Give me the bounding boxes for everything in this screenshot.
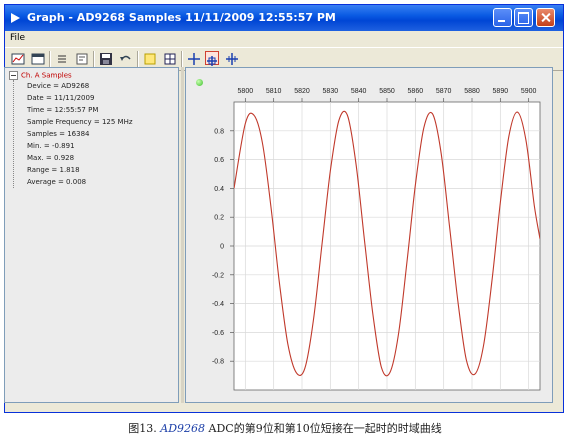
x-tick-label: 5850 xyxy=(379,88,395,95)
tree-item-range[interactable]: Range = 1.818 xyxy=(27,166,80,174)
title-bar[interactable]: Graph - AD9268 Samples 11/11/2009 12:55:… xyxy=(5,5,563,31)
tree-item-samples[interactable]: Samples = 16384 xyxy=(27,130,89,138)
maximize-button[interactable] xyxy=(514,8,533,27)
x-tick-label: 5900 xyxy=(521,88,537,95)
menu-file[interactable]: File xyxy=(10,33,25,43)
caption-text: ADC的第9位和第10位短接在一起时的时域曲线 xyxy=(208,422,442,435)
tree-item-average[interactable]: Average = 0.008 xyxy=(27,178,86,186)
caption-prefix: 图13. xyxy=(128,422,157,435)
x-tick-label: 5860 xyxy=(408,88,424,95)
y-tick-label: 0 xyxy=(220,244,224,251)
y-tick-label: 0.4 xyxy=(214,186,224,193)
tree-root-label: Ch. A Samples xyxy=(21,71,72,80)
x-tick-label: 5820 xyxy=(294,88,310,95)
crosshair-icon[interactable] xyxy=(187,51,201,65)
y-tick-label: -0.4 xyxy=(212,301,224,308)
undo-icon[interactable] xyxy=(119,51,133,65)
properties-icon[interactable] xyxy=(75,51,89,65)
x-tick-label: 5880 xyxy=(464,88,480,95)
y-tick-label: -0.8 xyxy=(212,359,224,366)
zoom-out-icon[interactable] xyxy=(225,51,239,65)
y-tick-label: 0.6 xyxy=(214,157,224,164)
highlight-icon[interactable] xyxy=(143,51,157,65)
x-tick-label: 5810 xyxy=(266,88,282,95)
time-domain-chart[interactable]: 5800 5810 5820 5830 5840 5850 5860 5870 5880 5890… xyxy=(186,68,552,402)
splitter[interactable] xyxy=(181,67,184,403)
close-graph-icon[interactable] xyxy=(31,51,45,65)
collapse-icon[interactable] xyxy=(9,71,18,80)
y-tick-label: 0.2 xyxy=(214,215,224,222)
save-icon[interactable] xyxy=(99,51,113,65)
y-tick-label: -0.2 xyxy=(212,272,224,279)
caption-link[interactable]: AD9268 xyxy=(160,422,205,435)
window-title: Graph - AD9268 Samples 11/11/2009 12:55:… xyxy=(27,11,336,24)
minimize-button[interactable] xyxy=(493,8,512,27)
grid-icon[interactable] xyxy=(163,51,177,65)
x-tick-label: 5870 xyxy=(436,88,452,95)
tree-root[interactable]: Ch. A Samples xyxy=(9,71,72,80)
menu-bar: File xyxy=(5,31,563,46)
x-tick-label: 5830 xyxy=(323,88,339,95)
tree-item-min[interactable]: Min. = -0.891 xyxy=(27,142,75,150)
close-button[interactable] xyxy=(536,8,555,27)
samples-tree-pane: Ch. A Samples Device = AD9268 Date = 11/… xyxy=(4,67,179,403)
chart-icon[interactable] xyxy=(11,51,25,65)
x-tick-label: 5840 xyxy=(351,88,367,95)
app-icon xyxy=(11,13,20,23)
tree-item-device[interactable]: Device = AD9268 xyxy=(27,82,89,90)
list-icon[interactable] xyxy=(55,51,69,65)
x-tick-label: 5890 xyxy=(493,88,509,95)
tree-item-time[interactable]: Time = 12:55:57 PM xyxy=(27,106,98,114)
tree-item-date[interactable]: Date = 11/11/2009 xyxy=(27,94,94,102)
tree-item-max[interactable]: Max. = 0.928 xyxy=(27,154,74,162)
figure-caption: 图13. AD9268 ADC的第9位和第10位短接在一起时的时域曲线 xyxy=(0,420,570,436)
y-tick-label: -0.6 xyxy=(212,330,224,337)
zoom-in-icon[interactable] xyxy=(205,51,219,66)
tree-item-sample-frequency[interactable]: Sample Frequency = 125 MHz xyxy=(27,118,133,126)
x-tick-label: 5800 xyxy=(238,88,254,95)
graph-pane: 5800 5810 5820 5830 5840 5850 5860 5870 5880 5890… xyxy=(185,67,553,403)
y-tick-label: 0.8 xyxy=(214,128,224,135)
